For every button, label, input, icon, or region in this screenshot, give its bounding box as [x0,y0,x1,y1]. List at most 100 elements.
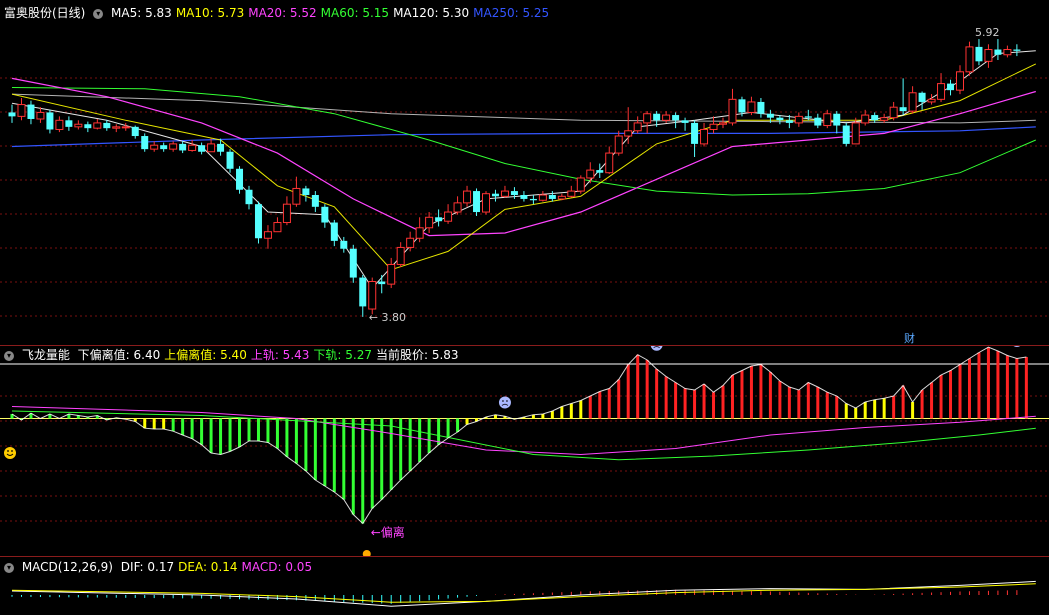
candle [273,217,282,233]
candle [473,188,481,216]
indicator-value: MA60: 5.15 [320,6,390,20]
smiley-icon [4,447,16,459]
candle [93,118,102,130]
candle-body [84,124,92,129]
candle [160,142,168,152]
candle-body [738,99,746,113]
candle-body [927,98,936,103]
candle-body [131,126,139,137]
candle [198,142,206,155]
candle-body [74,123,83,128]
indicator-value: 上偏离值: 5.40 [164,348,247,362]
candle [217,138,225,156]
candle [359,274,367,317]
ma10-line [11,63,1037,271]
candle-body [46,112,54,130]
candle-body [510,191,518,196]
candle-body [984,49,993,62]
candle [378,274,386,294]
face-eye [502,400,504,402]
indicator-value: 当前股价: 5.83 [375,348,459,362]
indicator-value: DEA: 0.14 [178,560,238,574]
candle-body [728,98,737,124]
candle-body [776,117,784,121]
candle [908,86,917,114]
candle [340,236,348,253]
indicator-value: MACD: 0.05 [241,560,313,574]
candle [150,141,159,152]
candle-body [378,281,386,285]
candle-body [406,237,415,248]
candle-body [349,248,357,278]
candle-body [672,115,680,121]
candle [179,141,187,154]
candle-body [282,203,291,224]
main-chart-panel[interactable]: 富奥股份(日线) ▾ MA5: 5.83 MA10: 5.73 MA20: 5.52… [0,0,1049,345]
candle-body [889,106,898,119]
candle-body [36,111,45,120]
candle-body [548,195,556,199]
candle [529,195,537,205]
candle [482,191,490,215]
candle [169,141,178,152]
candle-body [918,92,926,102]
candle [596,163,604,178]
upper-band-line [11,406,1036,456]
candle-body [880,117,889,121]
candlestick-chart[interactable]: ← 3.80 5.92 财 [0,0,1049,345]
candle-body [198,145,206,152]
chevron-down-icon[interactable]: ▾ [4,351,14,361]
candle-body [842,125,850,144]
candle-body [871,115,879,121]
candle [491,189,499,202]
candle [444,204,453,224]
macd-title: MACD(12,26,9) [21,560,113,574]
candle-body [453,202,462,213]
candle-body [538,194,547,201]
chevron-down-icon[interactable]: ▾ [93,9,104,19]
candle [691,120,699,157]
candle-body [93,122,102,129]
candle [500,185,509,198]
candle [889,101,898,121]
candle [463,185,472,207]
candle [747,96,756,116]
candle [27,100,35,125]
candle [681,117,689,131]
chevron-down-icon[interactable]: ▾ [4,563,14,573]
main-legend: 富奥股份(日线) ▾ MA5: 5.83 MA10: 5.73 MA20: 5.52… [4,5,557,21]
candle-body [368,281,377,310]
candle [425,212,434,234]
candle [700,122,709,147]
candle-body [292,187,301,205]
macd-indicator-list: DIF: 0.17 DEA: 0.14 MACD: 0.05 [121,560,316,574]
candle-body [425,216,434,229]
candle-body [557,195,566,200]
candle [263,225,272,249]
candle [927,94,936,105]
candle [757,98,765,118]
candle [368,277,377,315]
ma20-line [11,77,1036,237]
candle-body [435,217,443,222]
feilong-chart[interactable]: ←偏离 [0,346,1049,556]
feilong-panel[interactable]: ▾ 飞龙量能 下偏离值: 6.40 上偏离值: 5.40 上轨: 5.43 下轨: 5… [0,346,1049,556]
candle-body [311,195,319,207]
candle-body [340,240,348,249]
candle [8,104,16,123]
candle [937,73,946,102]
candle-body [103,122,111,129]
candle [84,121,92,133]
macd-panel[interactable]: ▾ MACD(12,26,9) DIF: 0.17 DEA: 0.14 MACD: … [0,557,1049,615]
candle-body [956,71,964,91]
candle-body [520,195,528,199]
candle [453,196,462,215]
candle-body [141,136,149,150]
candle [131,125,139,139]
candle [74,120,83,130]
candle-body [529,198,537,201]
candle-body [463,190,472,204]
low-price-label: ← 3.80 [369,311,406,324]
candle [956,65,964,95]
candle [1013,44,1021,57]
